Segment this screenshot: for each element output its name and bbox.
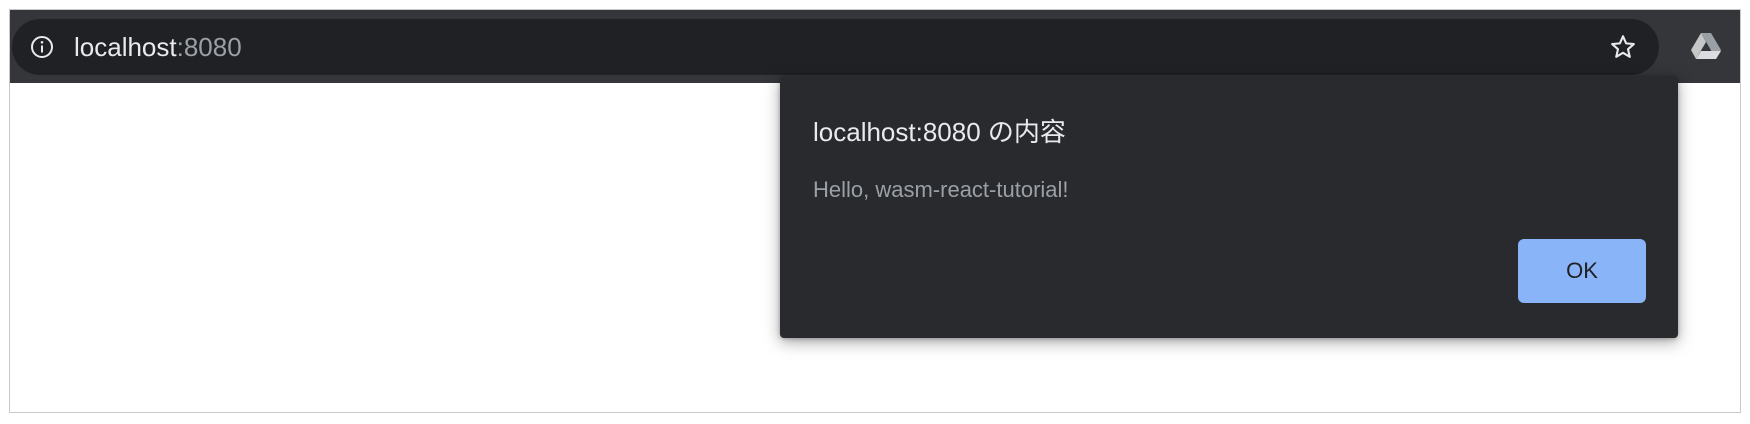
info-icon[interactable] (30, 35, 54, 59)
dialog-title: localhost:8080 の内容 (813, 117, 1066, 147)
url-host: localhost (74, 32, 177, 62)
star-icon[interactable] (1609, 33, 1637, 61)
browser-toolbar: localhost:8080 (10, 10, 1740, 83)
google-drive-icon[interactable] (1690, 32, 1722, 60)
url-port: :8080 (176, 32, 242, 62)
dialog-message: Hello, wasm-react-tutorial! (813, 177, 1069, 202)
alert-dialog: localhost:8080 の内容 Hello, wasm-react-tut… (780, 76, 1678, 338)
address-bar[interactable]: localhost:8080 (12, 19, 1659, 75)
url-text[interactable]: localhost:8080 (74, 31, 242, 63)
ok-button[interactable]: OK (1518, 239, 1646, 303)
browser-window: localhost:8080 localhost:8080 の内容 Hello,… (9, 9, 1741, 413)
